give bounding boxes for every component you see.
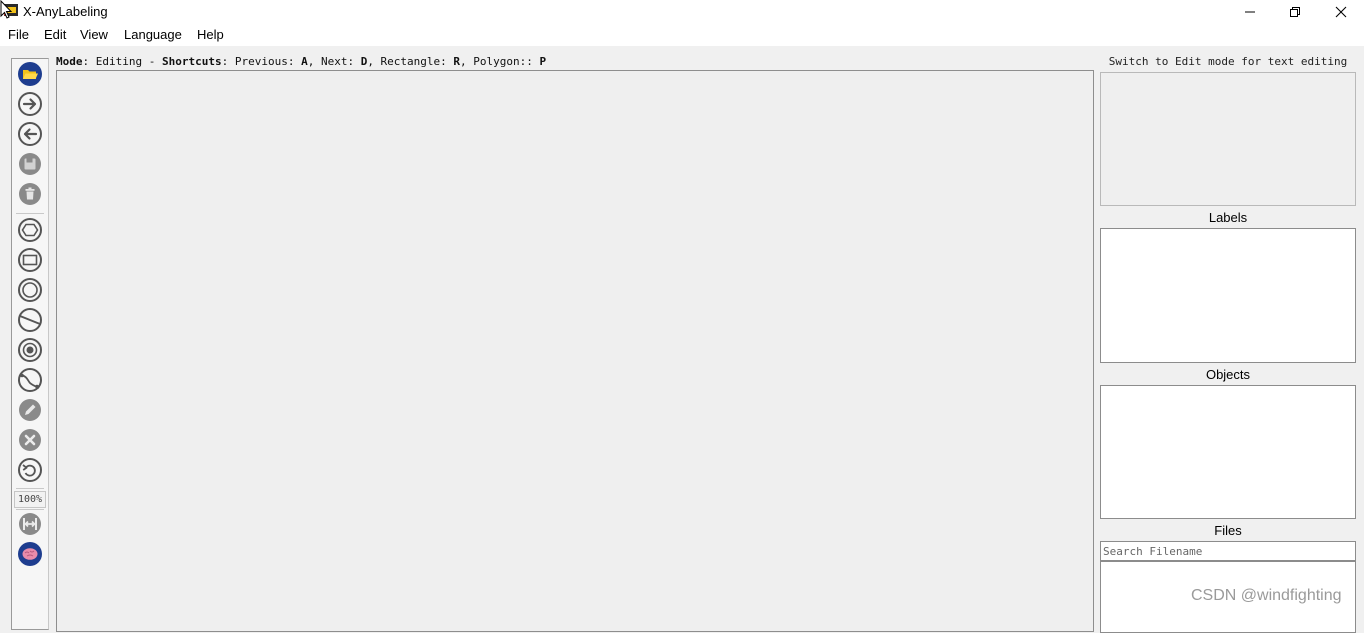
toolbar-separator [16,213,44,214]
open-folder-icon [18,62,42,86]
mode-label: Mode [56,55,83,68]
mode-status-line: Mode: Editing - Shortcuts: Previous: A, … [56,55,546,68]
rectangle-icon [18,248,42,272]
polygon-icon [18,218,42,242]
objects-title: Objects [1205,367,1251,382]
delete-file-button[interactable] [17,181,43,207]
fit-width-icon [19,513,41,535]
save-button[interactable] [17,151,43,177]
delete-icon [19,183,41,205]
shortcuts-label: Shortcuts [161,55,222,68]
watermark-text: CSDN @windfighting [1191,587,1342,604]
previous-image-button[interactable] [17,121,43,147]
edit-pencil-icon [19,399,41,421]
restore-icon [1290,6,1300,17]
search-filename-input[interactable] [1100,541,1356,561]
fit-width-button[interactable] [17,511,43,537]
undo-icon [18,458,42,482]
menu-language[interactable]: Language [124,27,182,42]
line-icon [18,308,42,332]
shortcut-polygon-text: , Polygon:: [460,55,540,68]
labels-list[interactable] [1100,228,1356,363]
menu-view[interactable]: View [80,27,108,42]
text-edit-hint: Switch to Edit mode for text editing [1108,55,1348,68]
menu-file[interactable]: File [8,27,29,42]
shortcut-rectangle-text: , Rectangle: [367,55,454,68]
image-canvas[interactable] [56,70,1094,632]
save-icon [19,153,41,175]
shortcut-next-text: , Next: [307,55,361,68]
objects-list[interactable] [1100,385,1356,519]
auto-labeling-brain-icon [18,542,42,566]
toolbar-separator [16,509,44,510]
menu-help[interactable]: Help [197,27,224,42]
close-window-button[interactable] [1318,0,1364,23]
create-rectangle-button[interactable] [17,247,43,273]
tools-toolbar: 100% [11,58,49,630]
title-bar: X-AnyLabeling [0,0,1364,23]
create-point-button[interactable] [17,337,43,363]
create-line-button[interactable] [17,307,43,333]
create-circle-button[interactable] [17,277,43,303]
circle-icon [18,278,42,302]
minimize-button[interactable] [1227,0,1273,23]
mouse-cursor-icon [0,0,13,19]
next-image-icon [18,92,42,116]
open-button[interactable] [17,61,43,87]
create-linestrip-button[interactable] [17,367,43,393]
create-polygon-button[interactable] [17,217,43,243]
delete-shape-button[interactable] [17,427,43,453]
menu-bar: File Edit View Language Help [0,23,1364,46]
labels-title: Labels [1208,210,1248,225]
edit-shapes-button[interactable] [17,397,43,423]
undo-button[interactable] [17,457,43,483]
linestrip-icon [18,368,42,392]
shortcut-polygon-key: P [539,55,547,68]
restore-button[interactable] [1272,0,1318,23]
close-shape-icon [19,429,41,451]
point-icon [18,338,42,362]
files-title: Files [1214,523,1242,538]
shortcut-previous-text: : Previous: [221,55,302,68]
auto-labeling-button[interactable] [17,541,43,567]
menu-edit[interactable]: Edit [44,27,66,42]
description-textbox[interactable] [1100,72,1356,206]
window-title: X-AnyLabeling [23,4,108,19]
close-icon [1335,6,1347,17]
mode-value: : Editing - [82,55,162,68]
zoom-level[interactable]: 100% [14,491,46,508]
minimize-icon [1245,11,1255,12]
toolbar-separator [16,488,44,489]
shortcut-previous-key: A [301,55,308,68]
previous-image-icon [18,122,42,146]
next-image-button[interactable] [17,91,43,117]
